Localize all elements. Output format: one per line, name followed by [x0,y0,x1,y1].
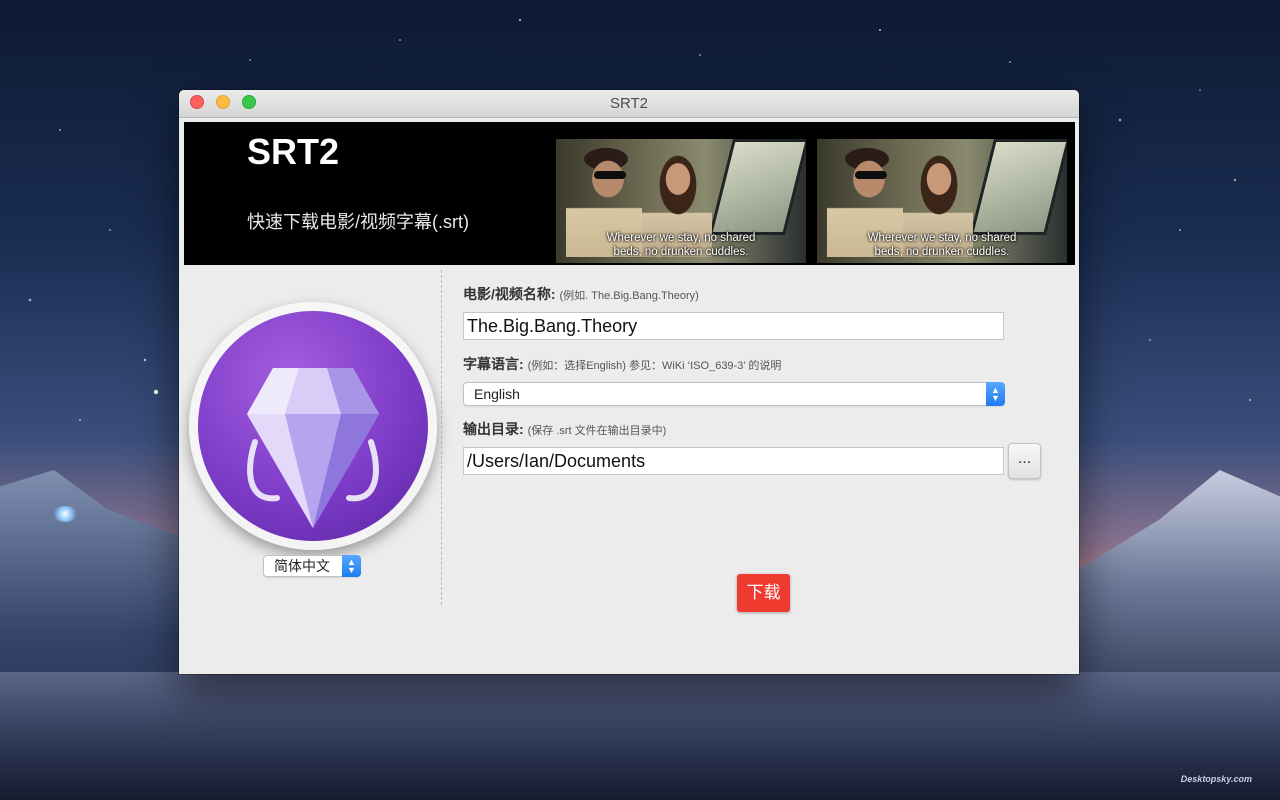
car-window [970,139,1067,235]
sample-subtitle: Wherever we stay, no shared beds, no dru… [817,231,1067,259]
output-directory-input[interactable]: /Users/Ian/Documents [463,447,1004,475]
download-button[interactable]: 下载 [737,574,790,612]
sunglasses [594,171,626,179]
sample-subtitle-line-1: Wherever we stay, no shared [606,232,756,244]
ui-language-value: 简体中文 [274,558,330,574]
output-hint: (保存 .srt 文件在输出目录中) [527,425,667,437]
mountain-foreground [0,672,1280,800]
sample-frame-1: Wherever we stay, no shared beds, no dru… [556,139,806,263]
car-window [709,139,806,235]
sample-subtitle-line-2: beds, no drunken cuddles. [874,246,1010,258]
sunglasses [855,171,887,179]
title-label: 电影/视频名称: [463,286,556,302]
chevron-up-down-icon: ▲ ▼ [986,382,1005,406]
sample-subtitle: Wherever we stay, no shared beds, no dru… [556,231,806,259]
subtitle-language-value: English [474,386,520,402]
desktop-background: Desktopsky.com SRT2 SRT2 快速下载电影/视频字幕(.sr… [0,0,1280,800]
app-logo [189,302,437,550]
title-bar[interactable]: SRT2 [179,90,1079,118]
language-hint: (例如：选择English) 参见：WiKi ‘ISO_639-3’ 的说明 [527,360,782,372]
tent-light [52,506,78,522]
title-hint: (例如. The.Big.Bang.Theory) [559,290,699,302]
sample-subtitle-line-2: beds, no drunken cuddles. [613,246,749,258]
browse-button[interactable]: ... [1008,443,1041,479]
sample-frame-2: Wherever we stay, no shared beds, no dru… [817,139,1067,263]
watermark: Desktopsky.com [1180,774,1252,784]
language-label-row: 字幕语言: (例如：选择English) 参见：WiKi ‘ISO_639-3’… [463,354,781,374]
app-banner: SRT2 快速下载电影/视频字幕(.srt) Wherever we stay,… [184,122,1075,265]
chevron-up-down-icon: ▲ ▼ [342,555,361,577]
banner-subtitle: 快速下载电影/视频字幕(.srt) [247,212,469,232]
window-title: SRT2 [609,95,649,112]
subtitle-language-select[interactable]: English ▲ ▼ [463,382,1005,406]
language-label: 字幕语言: [463,356,524,372]
output-label-row: 输出目录: (保存 .srt 文件在输出目录中) [463,419,666,439]
app-window: SRT2 SRT2 快速下载电影/视频字幕(.srt) Wherever we … [179,90,1079,674]
title-input[interactable]: The.Big.Bang.Theory [463,312,1004,340]
diamond-icon [247,368,379,528]
sample-subtitle-line-1: Wherever we stay, no shared [867,232,1017,244]
banner-title: SRT2 [247,131,340,172]
panel-divider [441,270,442,605]
output-label: 输出目录: [463,421,524,437]
title-label-row: 电影/视频名称: (例如. The.Big.Bang.Theory) [463,284,699,304]
ui-language-select[interactable]: 简体中文 ▲ ▼ [263,555,361,577]
